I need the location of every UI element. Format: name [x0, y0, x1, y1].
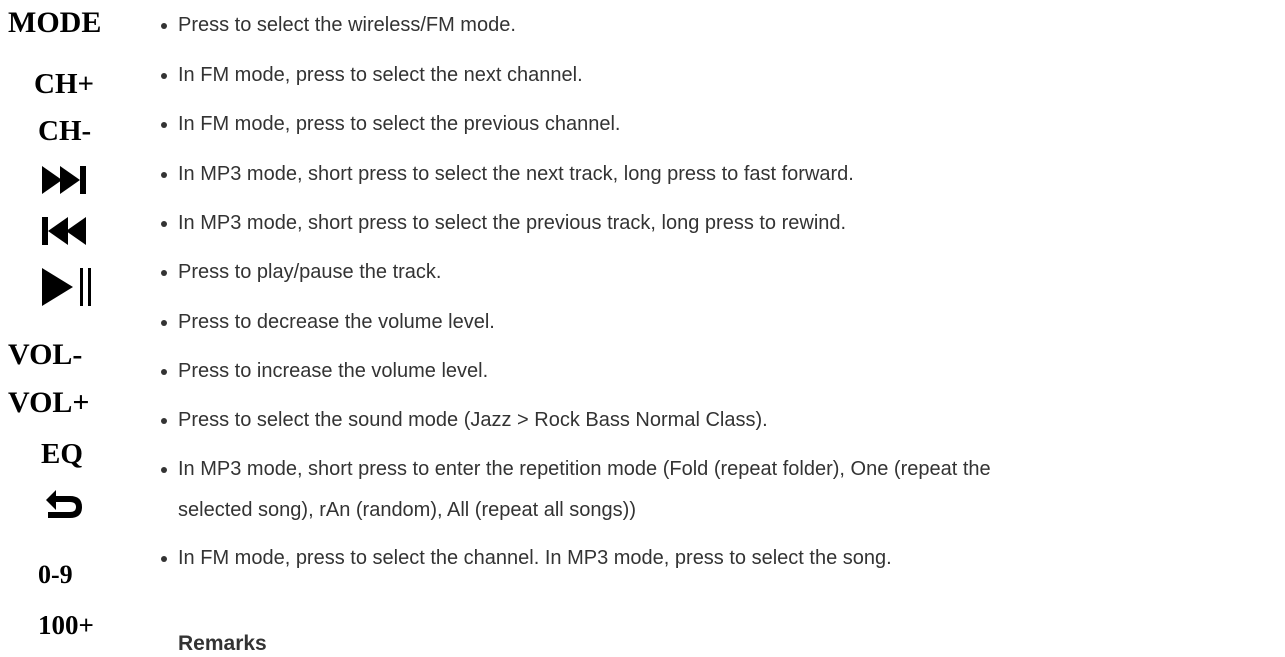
list-item: Press to play/pause the track.	[152, 255, 441, 290]
previous-track-icon	[40, 215, 100, 247]
remarks-heading: Remarks	[178, 632, 267, 655]
list-item-continuation: selected song), rAn (random), All (repea…	[178, 499, 636, 521]
key-vol-minus: VOL-	[8, 338, 83, 371]
return-icon	[40, 486, 88, 526]
list-item: Press to select the sound mode (Jazz > R…	[152, 403, 768, 438]
key-ch-minus: CH-	[38, 115, 92, 147]
play-pause-icon	[40, 264, 110, 310]
list-item: In FM mode, press to select the previous…	[152, 107, 620, 142]
list-item: In FM mode, press to select the next cha…	[152, 58, 583, 93]
list-item: Press to decrease the volume level.	[152, 305, 495, 340]
key-digits: 0-9	[38, 560, 73, 589]
list-item: Press to increase the volume level.	[152, 354, 488, 389]
list-item: Press to select the wireless/FM mode.	[152, 8, 516, 43]
key-hundred-plus: 100+	[38, 610, 94, 640]
list-item: In FM mode, press to select the channel.…	[152, 541, 892, 576]
key-vol-plus: VOL+	[8, 386, 90, 419]
list-item: In MP3 mode, short press to enter the re…	[152, 452, 991, 487]
next-track-icon	[40, 164, 100, 196]
key-mode: MODE	[8, 6, 102, 39]
key-ch-plus: CH+	[34, 68, 95, 100]
list-item: In MP3 mode, short press to select the n…	[152, 157, 854, 192]
key-eq: EQ	[41, 438, 83, 470]
list-item: In MP3 mode, short press to select the p…	[152, 206, 846, 241]
